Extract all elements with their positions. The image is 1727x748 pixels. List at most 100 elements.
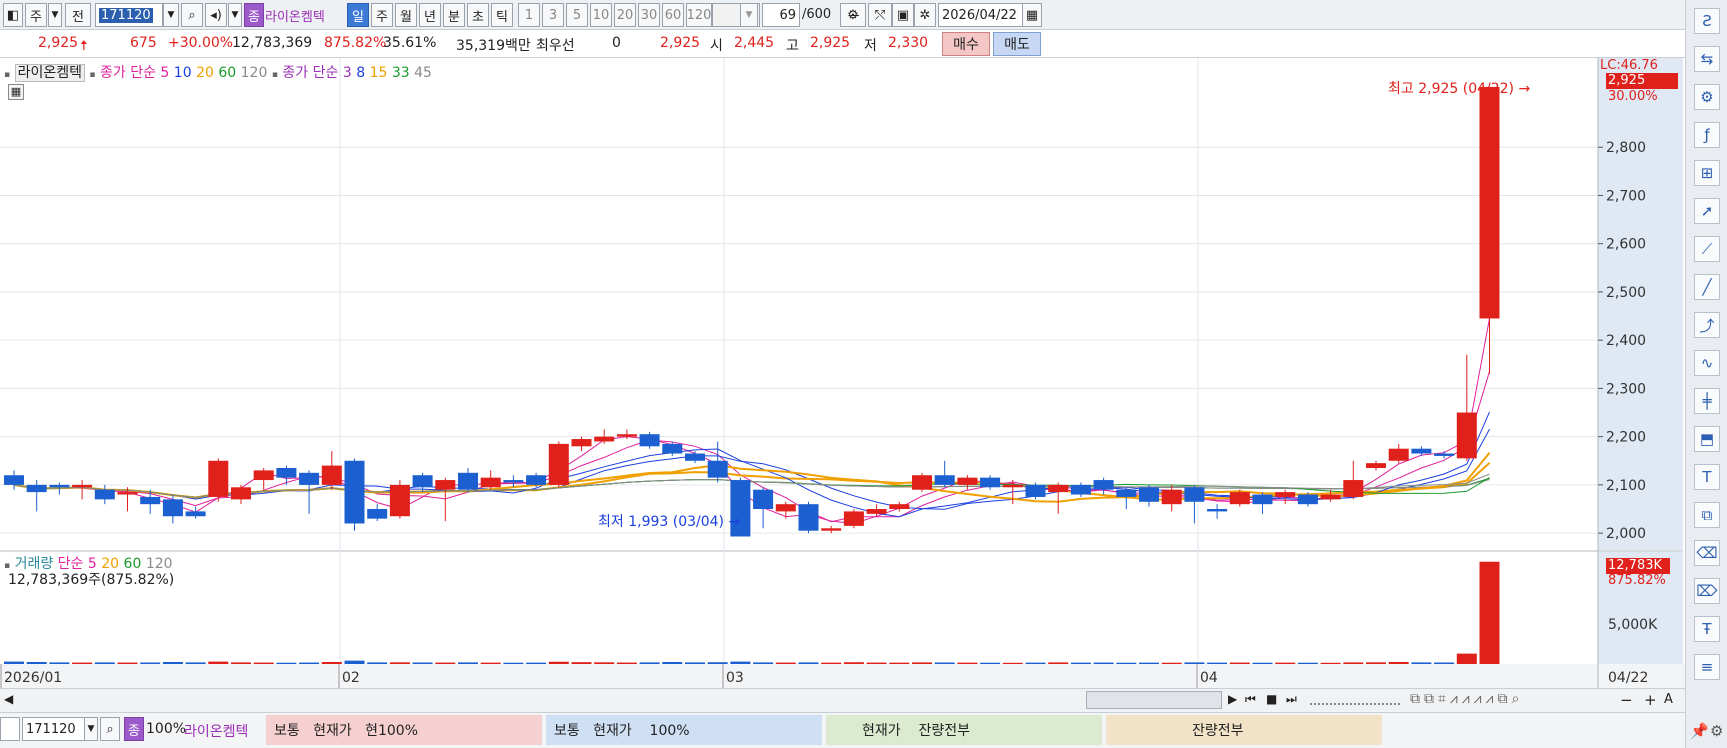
- link-icon[interactable]: Ƨ: [1694, 8, 1720, 34]
- period-tick[interactable]: 틱: [491, 3, 513, 27]
- quote-low: 2,330: [888, 35, 929, 51]
- order-seg-cancel[interactable]: 잔량전부: [1106, 715, 1382, 745]
- legend-ma1-p10: 10: [173, 65, 192, 81]
- custom-tick-dropdown-icon[interactable]: ▼: [740, 3, 758, 27]
- compare-window-icon[interactable]: ⇆: [1694, 46, 1720, 72]
- legend-ma1-p20: 20: [196, 65, 214, 81]
- window-menu-icon[interactable]: ◧: [3, 3, 23, 27]
- period-month[interactable]: 월: [395, 3, 417, 27]
- chart-area[interactable]: 2,800 2,700 2,600 2,500 2,400 2,300 2,200 2,100…: [0, 58, 1685, 688]
- pin-icon[interactable]: 📌: [1690, 722, 1709, 740]
- scroll-left-icon[interactable]: ◀: [4, 692, 13, 706]
- tick-1[interactable]: 1: [518, 3, 540, 27]
- shape-icon[interactable]: ⬒: [1694, 426, 1720, 452]
- speed-slider[interactable]: [1310, 695, 1400, 705]
- volume-bar: [685, 662, 705, 664]
- zoom-in-icon[interactable]: +: [1644, 691, 1657, 709]
- tick-10[interactable]: 10: [590, 3, 612, 27]
- period-year[interactable]: 년: [419, 3, 441, 27]
- volume-bar: [843, 662, 864, 664]
- order-bar: 171120 ▼ ⌕ 종 100% 라이온켐텍 보통 현재가 현100% 보통 …: [0, 712, 1685, 748]
- scroll-right-icon[interactable]: ▶: [1228, 692, 1237, 706]
- tick-30[interactable]: 30: [638, 3, 660, 27]
- settings-gear-icon[interactable]: ⚙: [1710, 722, 1723, 740]
- text-box-icon[interactable]: Ŧ: [1694, 616, 1720, 642]
- config-icon[interactable]: ⚙: [1694, 84, 1720, 110]
- legend-ma2-label[interactable]: 종가 단순: [282, 65, 338, 81]
- date-input[interactable]: 2026/04/22: [938, 3, 1024, 27]
- unit-dropdown-icon[interactable]: ▼: [48, 3, 62, 27]
- volume-bar: [1434, 662, 1455, 664]
- order-search-icon[interactable]: ⌕: [100, 717, 120, 741]
- erase-all-icon[interactable]: ⌦: [1694, 578, 1720, 604]
- candle-icon[interactable]: ╪: [1694, 388, 1720, 414]
- count-input[interactable]: 69: [762, 3, 800, 27]
- candle-body: [1320, 494, 1341, 500]
- save-icon[interactable]: ▣: [892, 3, 914, 27]
- prev-button[interactable]: 전: [65, 3, 91, 27]
- price-badge: 2,925: [1606, 73, 1678, 89]
- add-indicator-icon[interactable]: ⊞: [1694, 160, 1720, 186]
- settings-icon[interactable]: ✲: [914, 3, 936, 27]
- stop-icon[interactable]: ■: [1266, 692, 1277, 706]
- volume-bar: [26, 662, 47, 664]
- unit-selector[interactable]: 주: [25, 3, 47, 27]
- zoom-out-icon[interactable]: −: [1620, 691, 1633, 709]
- legend-ma1-label[interactable]: 종가 단순: [100, 65, 156, 81]
- tick-3[interactable]: 3: [542, 3, 564, 27]
- sound-icon[interactable]: ◂): [205, 3, 227, 27]
- period-week[interactable]: 주: [371, 3, 393, 27]
- search-icon[interactable]: ⌕: [181, 3, 203, 27]
- scroll-thumb[interactable]: [1086, 691, 1222, 709]
- auto-trend-icon[interactable]: ⤴: [1694, 312, 1720, 338]
- tick-120[interactable]: 120: [686, 3, 712, 27]
- candle-body: [1434, 453, 1455, 456]
- order-seg-modify[interactable]: 현재가 잔량전부: [826, 715, 1102, 745]
- formula-icon[interactable]: ƒ: [1694, 122, 1720, 148]
- order-seg-sell[interactable]: 보통 현재가 100%: [546, 715, 822, 745]
- period-minute[interactable]: 분: [443, 3, 465, 27]
- chart-svg[interactable]: 2,800 2,700 2,600 2,500 2,400 2,300 2,200 2,100…: [0, 58, 1685, 688]
- order-seg-buy[interactable]: 보통 현재가 현100%: [266, 715, 542, 745]
- tick-5[interactable]: 5: [566, 3, 588, 27]
- rewind-icon[interactable]: ⏮: [1245, 692, 1256, 707]
- trendline-icon[interactable]: ⟋: [1694, 236, 1720, 262]
- legend-stock[interactable]: 라이온켐텍: [14, 64, 85, 82]
- candle-body: [1184, 487, 1205, 502]
- grid-toggle-icon[interactable]: ▦: [8, 84, 24, 100]
- buy-button[interactable]: 매수: [942, 32, 990, 56]
- code-input[interactable]: 171120: [95, 3, 163, 27]
- price-line-icon[interactable]: ≡: [1694, 654, 1720, 680]
- eraser-icon[interactable]: ⌫: [1694, 540, 1720, 566]
- font-size-icon[interactable]: A: [1664, 692, 1673, 707]
- chart-scrollbar[interactable]: ◀ ▶ ⏮ ■ ⏭ ⧉⧉⌗⩘⩘⩘⩘⧉⌕ − + A: [0, 688, 1685, 712]
- period-second[interactable]: 초: [467, 3, 489, 27]
- volume-bar: [1161, 662, 1182, 664]
- tick-20[interactable]: 20: [614, 3, 636, 27]
- order-type-label: 종: [128, 723, 140, 739]
- order-checkbox[interactable]: [0, 717, 20, 741]
- candle-body: [458, 472, 478, 490]
- popup-icon[interactable]: ⧉: [1694, 502, 1720, 528]
- drawing-tools-icons[interactable]: ⧉⧉⌗⩘⩘⩘⩘⧉⌕: [1410, 691, 1523, 707]
- order-code-dropdown-icon[interactable]: ▼: [84, 717, 98, 741]
- legend-ma2-p3: 3: [342, 65, 352, 81]
- text-tool-icon[interactable]: T: [1694, 464, 1720, 490]
- tick-60[interactable]: 60: [662, 3, 684, 27]
- sound-dropdown-icon[interactable]: ▼: [228, 3, 242, 27]
- candle-body: [117, 492, 138, 495]
- period-label: 월: [400, 9, 412, 25]
- indicator-icon[interactable]: ⚙̶: [840, 3, 866, 27]
- compare-icon[interactable]: ⤲: [868, 3, 892, 27]
- period-day[interactable]: 일: [347, 3, 369, 27]
- volume-bar: [1456, 653, 1477, 664]
- sell-button[interactable]: 매도: [993, 32, 1041, 56]
- wave-icon[interactable]: ∿: [1694, 350, 1720, 376]
- forward-icon[interactable]: ⏭: [1286, 692, 1297, 707]
- line-draw-icon[interactable]: ╱: [1694, 274, 1720, 300]
- calendar-icon[interactable]: ▦: [1022, 3, 1042, 27]
- candle-body: [616, 434, 637, 437]
- cursor-icon[interactable]: ➚: [1694, 198, 1720, 224]
- order-code-input[interactable]: 171120: [22, 717, 86, 741]
- code-dropdown-icon[interactable]: ▼: [163, 3, 179, 27]
